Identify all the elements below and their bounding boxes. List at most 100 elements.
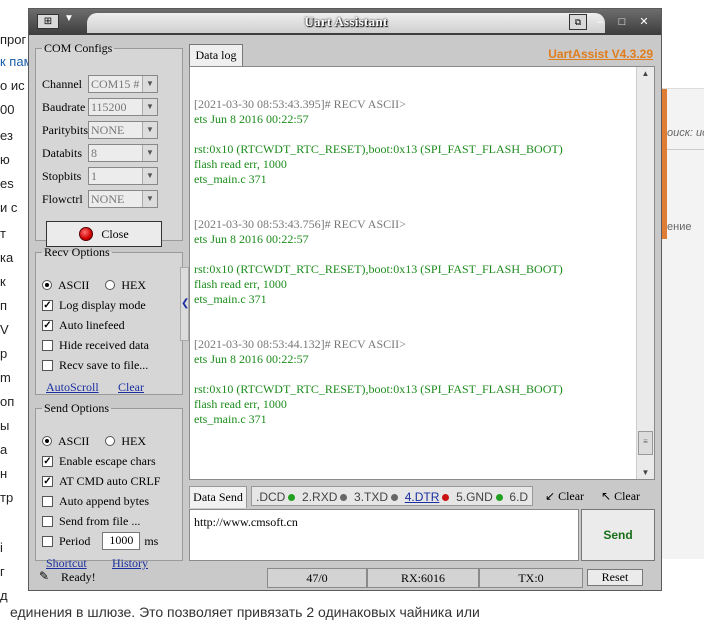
scroll-up-icon[interactable]: ▲	[637, 69, 654, 78]
send-from-file-checkbox[interactable]	[42, 515, 53, 527]
log-display-mode-option[interactable]: ✓ Log display mode	[42, 296, 146, 314]
signal-dtr[interactable]: 4.DTR	[405, 490, 450, 504]
signal-rxd[interactable]: 2.RXD	[302, 490, 348, 504]
hide-received-option[interactable]: Hide received data	[42, 336, 149, 354]
maximize-button[interactable]: □	[613, 14, 631, 30]
title-bar[interactable]: ⊞ ▼ Uart Assistant ⧉ – □ ✕	[29, 9, 661, 35]
menu-dropdown-icon[interactable]: ▼	[64, 13, 74, 24]
auto-linefeed-checkbox[interactable]: ✓	[42, 319, 53, 331]
gnd-led-icon	[495, 494, 503, 502]
close-window-button[interactable]: ✕	[635, 14, 653, 30]
log-line: flash read err, 1000	[194, 277, 287, 291]
escape-chars-option[interactable]: ✓ Enable escape chars	[42, 452, 156, 470]
log-line: rst:0x10 (RTCWDT_RTC_RESET),boot:0x13 (S…	[194, 142, 563, 156]
auto-append-checkbox[interactable]	[42, 495, 53, 507]
at-cmd-crlf-option[interactable]: ✓ AT CMD auto CRLF	[42, 472, 160, 490]
txd-led-icon	[391, 494, 399, 502]
send-from-file-option[interactable]: Send from file ...	[42, 512, 140, 530]
period-label: Period	[59, 533, 91, 548]
log-scrollbar[interactable]: ▲ ≡ ▼	[636, 67, 654, 479]
chevron-down-icon[interactable]: ▼	[142, 168, 157, 184]
window-title: Uart Assistant	[304, 14, 388, 29]
send-hex-radio[interactable]	[105, 436, 116, 446]
channel-select[interactable]: COM15 # ▼	[88, 75, 158, 93]
send-button[interactable]: Send	[581, 509, 655, 561]
reset-counter-button[interactable]: Reset	[587, 569, 643, 586]
period-unit: ms	[144, 533, 159, 548]
signal-gnd[interactable]: 5.GND	[456, 490, 503, 504]
clear-arrow-icon: ↖	[601, 489, 612, 503]
period-input[interactable]: 1000	[102, 532, 141, 550]
recv-clear-link[interactable]: Clear	[118, 380, 144, 395]
stopbits-select[interactable]: 1 ▼	[88, 167, 158, 185]
paritybits-select[interactable]: NONE ▼	[88, 121, 158, 139]
flowctrl-select[interactable]: NONE ▼	[88, 190, 158, 208]
minimize-button[interactable]: –	[591, 14, 609, 30]
log-entry: [2021-03-30 08:53:44.132]# RECV ASCII> e…	[194, 337, 634, 427]
chevron-down-icon[interactable]: ▼	[142, 122, 157, 138]
bg-link: к пам	[0, 54, 30, 69]
restore-icon[interactable]: ⧉	[569, 14, 587, 30]
status-tx: TX:0	[479, 568, 583, 588]
send-input[interactable]: http://www.cmsoft.cn	[189, 509, 579, 561]
baudrate-select[interactable]: 115200 ▼	[88, 98, 158, 116]
bg-text: m	[0, 370, 11, 385]
radio-label: HEX	[121, 277, 147, 292]
signal-dsr[interactable]: 6.D	[509, 490, 528, 504]
signal-label: 4.DTR	[404, 490, 440, 504]
select-value: COM15 #	[91, 77, 140, 91]
brand-link[interactable]: UartAssist V4.3.29	[548, 47, 653, 61]
recv-save-option[interactable]: Recv save to file...	[42, 356, 148, 374]
signal-txd[interactable]: 3.TXD	[354, 490, 399, 504]
port-status-led-icon	[79, 227, 94, 241]
clear-log-button[interactable]: ↙ Clear	[545, 486, 584, 506]
signal-dcd[interactable]: .DCD	[256, 490, 296, 504]
signal-label: 5.GND	[456, 490, 493, 504]
escape-chars-checkbox[interactable]: ✓	[42, 455, 53, 467]
chevron-down-icon[interactable]: ▼	[142, 76, 157, 92]
tab-data-send[interactable]: Data Send	[189, 486, 247, 508]
checkbox-label: Auto append bytes	[59, 493, 149, 508]
bg-text: к	[0, 274, 6, 289]
chevron-down-icon[interactable]: ▼	[142, 99, 157, 115]
at-cmd-crlf-checkbox[interactable]: ✓	[42, 475, 53, 487]
log-entry-header: [2021-03-30 08:53:44.132]# RECV ASCII>	[194, 337, 406, 351]
status-bar: ✎ Ready! 47/0 RX:6016 TX:0 Reset	[31, 568, 659, 588]
status-icon: ✎	[39, 569, 50, 583]
log-content: [2021-03-30 08:53:43.395]# RECV ASCII> e…	[194, 97, 634, 457]
log-display-mode-checkbox[interactable]: ✓	[42, 299, 53, 311]
send-ascii-radio[interactable]	[42, 436, 52, 446]
radio-label: HEX	[121, 433, 147, 448]
recv-save-checkbox[interactable]	[42, 359, 53, 371]
log-line: rst:0x10 (RTCWDT_RTC_RESET),boot:0x13 (S…	[194, 382, 563, 396]
bg-text: п	[0, 298, 8, 313]
collapse-panel-handle[interactable]: ❮	[180, 267, 189, 341]
autoscroll-link[interactable]: AutoScroll	[46, 380, 99, 395]
dtr-led-icon	[442, 494, 450, 502]
databits-select[interactable]: 8 ▼	[88, 144, 158, 162]
bg-text: ез	[0, 128, 13, 143]
auto-append-option[interactable]: Auto append bytes	[42, 492, 149, 510]
tab-data-log[interactable]: Data log	[189, 44, 243, 67]
scroll-thumb[interactable]: ≡	[638, 431, 653, 455]
recv-ascii-radio[interactable]	[42, 280, 52, 290]
close-port-button[interactable]: Close	[46, 221, 162, 247]
field-label: Databits	[42, 145, 82, 160]
hide-received-checkbox[interactable]	[42, 339, 53, 351]
clear-send-button[interactable]: ↖ Clear	[601, 486, 640, 506]
data-log-view[interactable]: [2021-03-30 08:53:43.395]# RECV ASCII> e…	[189, 66, 655, 480]
auto-linefeed-option[interactable]: ✓ Auto linefeed	[42, 316, 125, 334]
recv-options-group: Recv Options ASCII HEX ✓ Log display mod…	[35, 245, 183, 395]
chevron-down-icon[interactable]: ▼	[142, 191, 157, 207]
checkbox-label: Enable escape chars	[59, 453, 156, 468]
bg-text: д	[0, 588, 8, 603]
chevron-down-icon[interactable]: ▼	[142, 145, 157, 161]
log-line: ets Jun 8 2016 00:22:57	[194, 232, 309, 246]
bg-search-hint: оиск: uc	[667, 127, 704, 139]
radio-label: ASCII	[58, 277, 90, 292]
window-menu-icon[interactable]: ⊞	[37, 14, 59, 29]
channel-row: Channel COM15 # ▼	[42, 74, 158, 94]
period-checkbox[interactable]	[42, 535, 53, 547]
scroll-down-icon[interactable]: ▼	[637, 468, 654, 477]
recv-hex-radio[interactable]	[105, 280, 116, 290]
